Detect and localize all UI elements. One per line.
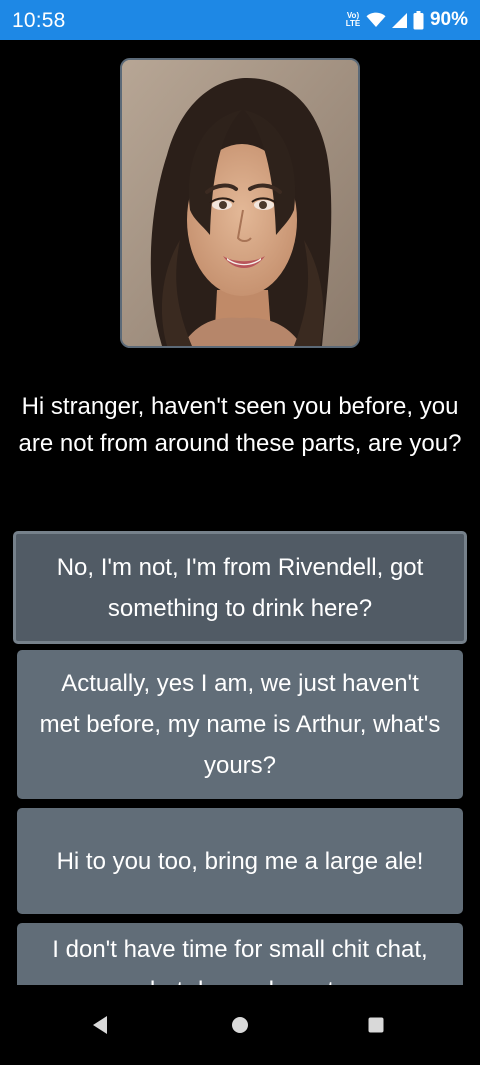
volte-icon: Vo) LTE (345, 11, 361, 28)
reply-option-2[interactable]: Actually, yes I am, we just haven't met … (17, 650, 463, 799)
reply-option-4[interactable]: I don't have time for small chit chat, w… (17, 923, 463, 985)
reply-option-3[interactable]: Hi to you too, bring me a large ale! (17, 808, 463, 914)
signal-icon (391, 12, 407, 28)
wifi-icon (366, 12, 386, 27)
back-button[interactable] (84, 1009, 116, 1041)
back-icon (93, 1016, 107, 1034)
reply-option-text: No, I'm not, I'm from Rivendell, got som… (56, 553, 424, 622)
home-icon (232, 1017, 248, 1033)
status-bar: 10:58 Vo) LTE 90% (0, 0, 480, 40)
battery-icon (413, 10, 424, 29)
recents-button[interactable] (360, 1009, 392, 1041)
battery-level: 90% (429, 9, 468, 30)
reply-options-list[interactable]: No, I'm not, I'm from Rivendell, got som… (0, 531, 480, 985)
reply-option-1[interactable]: No, I'm not, I'm from Rivendell, got som… (13, 531, 467, 644)
navigation-bar (0, 985, 480, 1065)
dialogue-screen: 10:58 Vo) LTE 90% Hi stranger, haven't s… (0, 0, 480, 1065)
reply-option-text: Actually, yes I am, we just haven't met … (39, 670, 441, 779)
status-icons: Vo) LTE 90% (345, 8, 468, 32)
reply-option-text: Hi to you too, bring me a large ale! (56, 847, 424, 875)
home-button[interactable] (224, 1009, 256, 1041)
npc-dialogue-text: Hi stranger, haven't seen you before, yo… (18, 393, 462, 457)
reply-option-text: I don't have time for small chit chat, w… (52, 936, 428, 985)
status-time: 10:58 (12, 9, 66, 32)
npc-portrait (120, 58, 360, 348)
recents-icon (368, 1017, 384, 1033)
woman-portrait-image (122, 60, 358, 346)
